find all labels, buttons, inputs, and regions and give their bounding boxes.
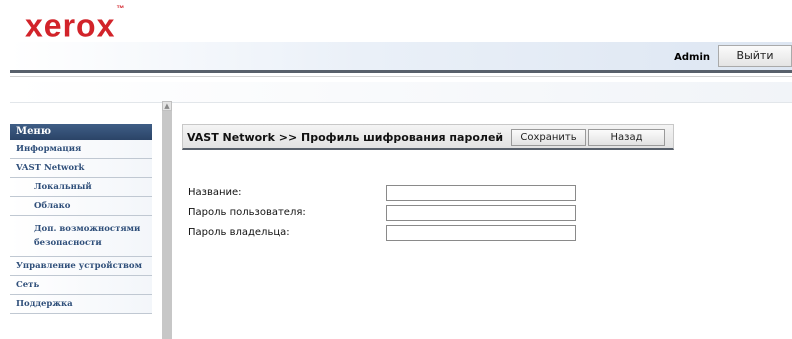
top-bar: Admin Выйти — [10, 42, 792, 73]
user-password-label: Пароль пользователя: — [188, 207, 306, 218]
sidebar-item-info[interactable]: Информация — [10, 140, 152, 159]
sidebar-item-security[interactable]: Доп. возможностями безопасности — [10, 216, 152, 257]
name-field[interactable] — [386, 185, 576, 201]
sidebar-item-vast-network[interactable]: VAST Network — [10, 159, 152, 178]
divider — [10, 76, 792, 77]
sidebar-item-support[interactable]: Поддержка — [10, 295, 152, 314]
owner-password-field[interactable] — [386, 225, 576, 241]
header-strip — [10, 82, 792, 103]
user-name: Admin — [674, 52, 710, 63]
sidebar-menu: Меню Информация VAST Network Локальный О… — [10, 124, 152, 314]
sidebar-item-local[interactable]: Локальный — [10, 178, 152, 197]
logout-button[interactable]: Выйти — [718, 45, 792, 67]
scroll-up-icon[interactable]: ▲ — [162, 101, 172, 111]
back-button[interactable]: Назад — [588, 129, 665, 146]
save-button[interactable]: Сохранить — [511, 129, 586, 146]
panel-header: VAST Network >> Профиль шифрования парол… — [182, 124, 674, 150]
user-password-field[interactable] — [386, 205, 576, 221]
sidebar-item-cloud[interactable]: Облако — [10, 197, 152, 216]
sidebar-item-network[interactable]: Сеть — [10, 276, 152, 295]
name-label: Название: — [188, 187, 242, 198]
sidebar-item-device-management[interactable]: Управление устройством — [10, 257, 152, 276]
menu-title: Меню — [10, 124, 152, 140]
owner-password-label: Пароль владельца: — [188, 227, 290, 238]
vertical-scrollbar[interactable] — [162, 101, 172, 339]
page-title: VAST Network >> Профиль шифрования парол… — [187, 131, 504, 144]
xerox-logo: xerox™ — [25, 4, 126, 44]
